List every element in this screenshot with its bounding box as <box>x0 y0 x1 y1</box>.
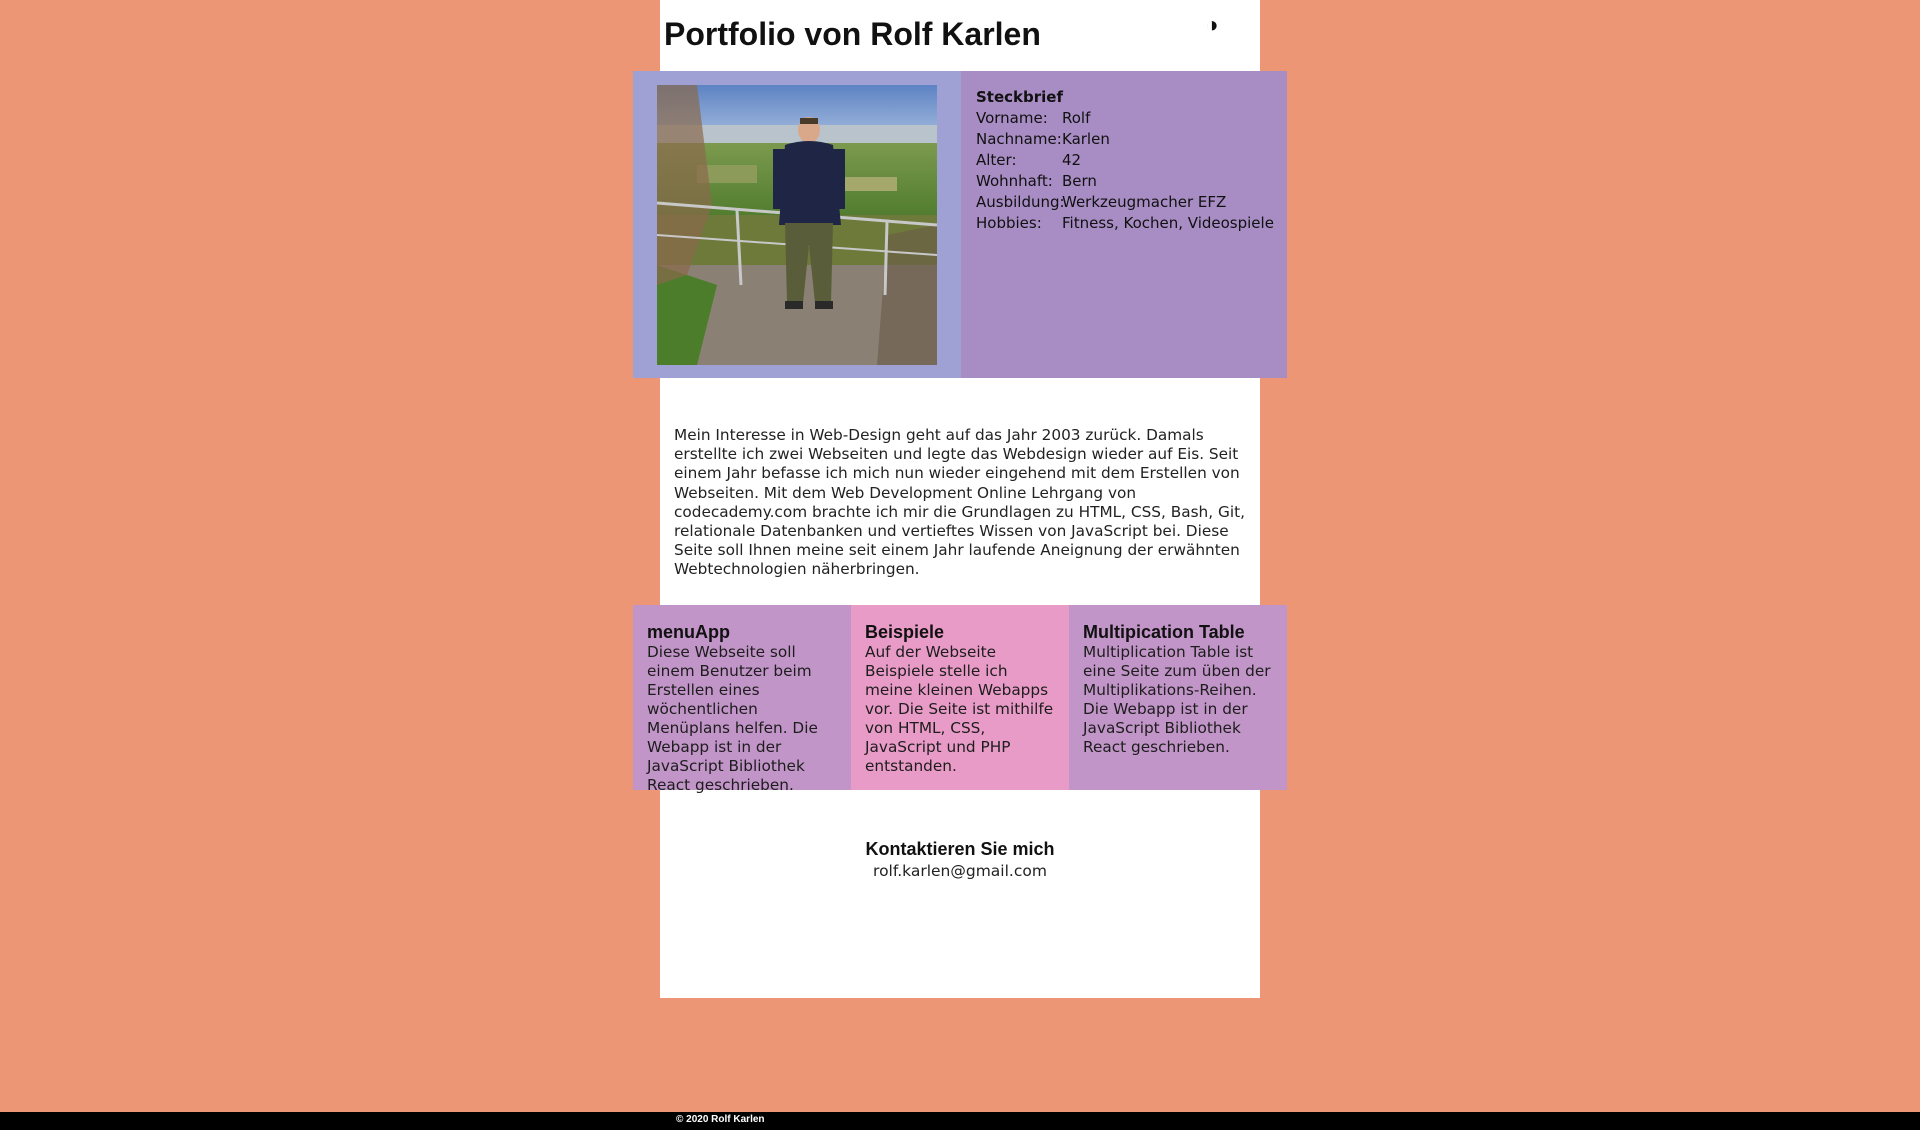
project-title[interactable]: menuApp <box>647 622 841 643</box>
project-description: Multiplication Table ist eine Seite zum … <box>1083 643 1271 756</box>
steckbrief-row: Alter: 42 <box>976 150 1274 171</box>
steckbrief-value: Bern <box>1062 172 1097 190</box>
theme-toggle-icon[interactable]: ◑ <box>1199 10 1225 40</box>
project-card-multiplication-table[interactable]: Multipication Table Multiplication Table… <box>1069 605 1287 790</box>
steckbrief-label: Alter: <box>976 151 1017 169</box>
steckbrief-value: Karlen <box>1062 130 1110 148</box>
contact-title: Kontaktieren Sie mich <box>865 839 1055 859</box>
project-description: Diese Webseite soll einem Benutzer beim … <box>647 643 818 794</box>
steckbrief-label: Nachname: <box>976 130 1062 148</box>
steckbrief-value: 42 <box>1062 151 1082 169</box>
photo-panel <box>633 71 961 378</box>
steckbrief-title: Steckbrief <box>976 88 1063 106</box>
steckbrief-row: Ausbildung: Werkzeugmacher EFZ <box>976 192 1274 213</box>
project-card-beispiele[interactable]: Beispiele Auf der Webseite Beispiele ste… <box>851 605 1069 790</box>
steckbrief-row: Wohnhaft: Bern <box>976 171 1274 192</box>
steckbrief-value: Fitness, Kochen, Videospiele <box>1062 214 1274 232</box>
project-title[interactable]: Beispiele <box>865 622 1059 643</box>
footer: © 2020 Rolf Karlen <box>0 1112 1920 1130</box>
steckbrief-value: Rolf <box>1062 109 1091 127</box>
page-title: Portfolio von Rolf Karlen <box>664 16 1041 52</box>
project-card-menuapp[interactable]: menuApp Diese Webseite soll einem Benutz… <box>633 605 851 794</box>
steckbrief-label: Wohnhaft: <box>976 172 1053 190</box>
steckbrief: Steckbrief Vorname: Rolf Nachname: Karle… <box>976 87 1274 234</box>
steckbrief-row: Hobbies: Fitness, Kochen, Videospiele <box>976 213 1274 234</box>
footer-copyright: © 2020 Rolf Karlen <box>676 1114 765 1125</box>
project-description: Auf der Webseite Beispiele stelle ich me… <box>865 643 1054 775</box>
projects-section: menuApp Diese Webseite soll einem Benutz… <box>633 605 1287 794</box>
steckbrief-label: Vorname: <box>976 109 1048 127</box>
steckbrief-value: Werkzeugmacher EFZ <box>1062 193 1227 211</box>
intro-text: Mein Interesse in Web-Design geht auf da… <box>674 426 1245 579</box>
steckbrief-row: Vorname: Rolf <box>976 108 1274 129</box>
contact-section: Kontaktieren Sie mich rolf.karlen@gmail.… <box>660 838 1260 881</box>
project-title[interactable]: Multipication Table <box>1083 622 1277 643</box>
steckbrief-label: Ausbildung: <box>976 193 1065 211</box>
contact-email-link[interactable]: rolf.karlen@gmail.com <box>873 861 1047 881</box>
profile-section: Steckbrief Vorname: Rolf Nachname: Karle… <box>633 71 1287 378</box>
profile-photo <box>657 85 937 365</box>
steckbrief-row: Nachname: Karlen <box>976 129 1274 150</box>
steckbrief-label: Hobbies: <box>976 214 1042 232</box>
